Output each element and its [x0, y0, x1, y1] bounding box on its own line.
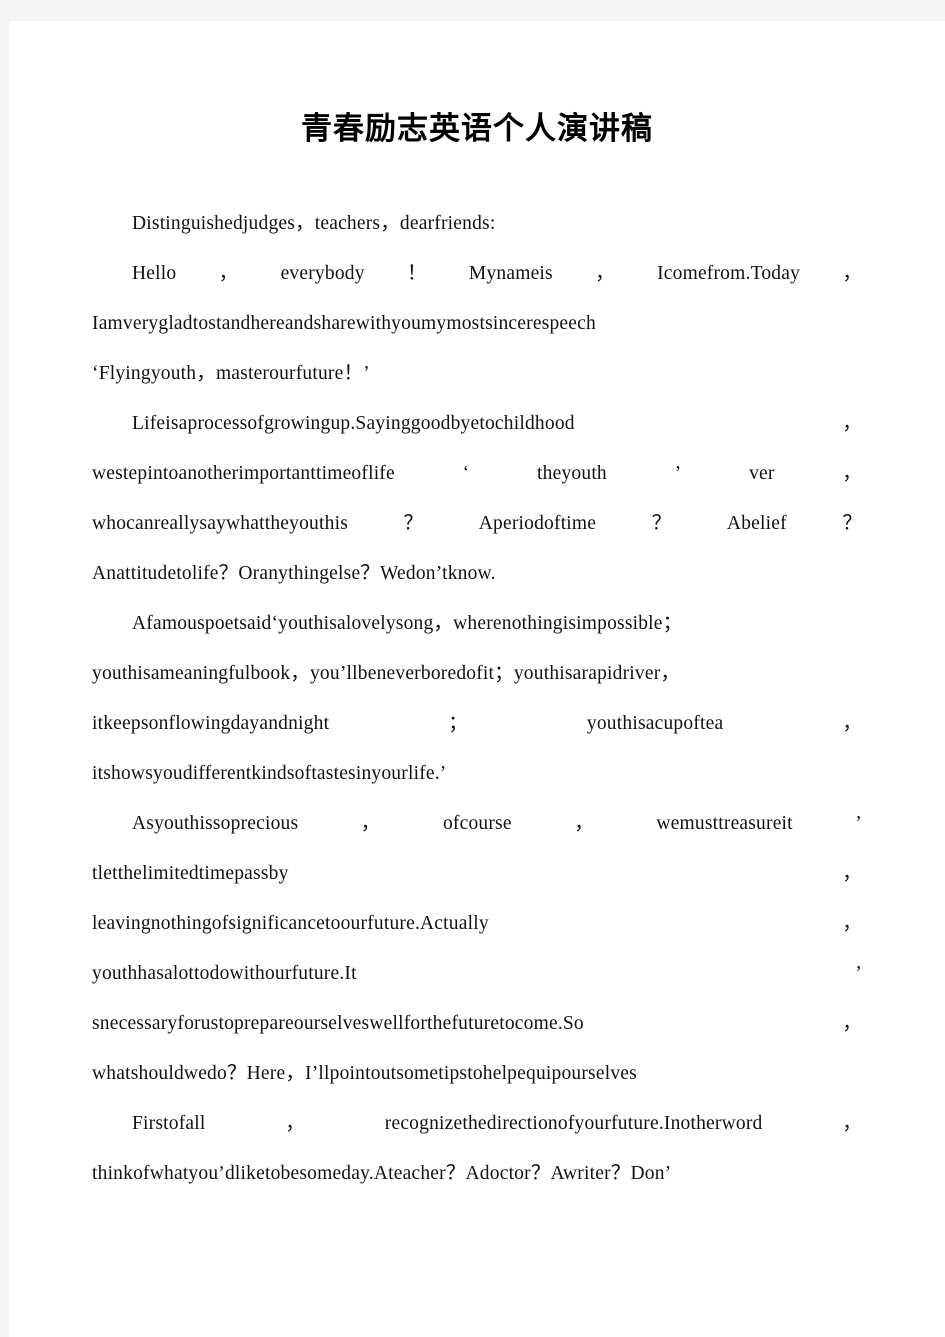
paragraph-salutation: Distinguishedjudges，teachers，dearfriends… — [92, 199, 862, 399]
text-segment: ， — [842, 1013, 862, 1034]
text-segment: ， — [285, 1113, 305, 1134]
text-line: ‘Flyingyouth，masterourfuture！’ — [92, 349, 862, 399]
text-segment: ？ — [403, 513, 424, 534]
text-line: itshowsyoudifferentkindsoftastesinyourli… — [92, 749, 862, 799]
text-segment: ？ — [651, 513, 672, 534]
text-segment: ， — [595, 263, 615, 284]
text-segment: ‘Flyingyouth，masterourfuture！’ — [92, 363, 370, 384]
text-line: leavingnothingofsignificancetoourfuture.… — [92, 899, 862, 949]
text-line: thinkofwhatyou’dliketobesomeday.Ateacher… — [92, 1149, 862, 1199]
text-segment: Aperiodoftime — [478, 513, 597, 534]
text-segment: leavingnothingofsignificancetoourfuture.… — [92, 913, 489, 934]
text-segment: everybody — [280, 263, 365, 284]
text-segment: ， — [842, 413, 862, 434]
document-page: 青春励志英语个人演讲稿 Distinguishedjudges，teachers… — [9, 21, 945, 1337]
text-segment: snecessaryforustoprepareourselveswellfor… — [92, 1013, 584, 1034]
text-segment: Asyouthissoprecious — [132, 813, 299, 834]
text-segment: ！ — [406, 263, 427, 284]
paragraph-life-process: Lifeisaprocessofgrowingup.Sayinggoodbyet… — [92, 399, 862, 599]
text-segment: ’ — [855, 813, 862, 834]
text-line: Hello ， everybody ！ Mynameis ， Icomefrom.Today… — [92, 249, 862, 299]
text-segment: ， — [842, 463, 862, 484]
text-line: Anattitudetolife？Oranythingelse？Wedon’tk… — [92, 549, 862, 599]
text-segment: ， — [842, 263, 863, 284]
text-segment: whocanreallysaywhattheyouthis — [92, 513, 348, 534]
text-segment: wemusttreasureit — [656, 813, 793, 834]
text-segment: ， — [574, 813, 594, 834]
text-segment: ofcourse — [442, 813, 512, 834]
text-segment: Firstofall — [132, 1113, 206, 1134]
page-title: 青春励志英语个人演讲稿 — [301, 111, 653, 147]
text-segment: ， — [360, 813, 381, 834]
text-line: whocanreallysaywhattheyouthis ？ Aperiodoft… — [92, 499, 862, 549]
text-line: tletthelimitedtimepassby ， — [92, 849, 862, 899]
text-line: westepintoanotherimportanttimeoflife ‘ the… — [92, 449, 862, 499]
text-segment: itkeepsonflowingdayandnight — [92, 713, 330, 734]
text-segment: Hello — [132, 263, 177, 284]
text-segment: ver — [749, 463, 775, 484]
paragraph-treasure-youth: Asyouthissoprecious ， ofcourse ， wemusttreas… — [92, 799, 862, 1099]
text-line: Asyouthissoprecious ， ofcourse ， wemusttreas… — [92, 799, 862, 849]
text-line: Lifeisaprocessofgrowingup.Sayinggoodbyet… — [92, 399, 862, 449]
text-segment: ， — [842, 713, 863, 734]
text-segment: ‘ — [462, 463, 470, 484]
text-segment: youthisameaningfulbook，you’llbeneverbore… — [92, 663, 681, 684]
text-segment: Iamverygladtostandhereandsharewithyoumym… — [92, 313, 596, 334]
text-segment: ； — [448, 713, 468, 734]
text-segment: thinkofwhatyou’dliketobesomeday.Ateacher… — [92, 1163, 672, 1184]
text-segment: youthisacupoftea — [586, 713, 724, 734]
text-segment: ’ — [855, 963, 862, 984]
text-segment: recognizethedirectionofyourfuture.Inothe… — [384, 1113, 763, 1134]
text-segment: youthhasalottodowithourfuture.It — [92, 963, 357, 984]
text-segment: westepintoanotherimportanttimeoflife — [92, 463, 395, 484]
text-segment: ， — [218, 263, 239, 284]
text-segment: Distinguishedjudges，teachers，dearfriends… — [132, 213, 496, 234]
text-line: snecessaryforustoprepareourselveswellfor… — [92, 999, 862, 1049]
text-line: Firstofall ， recognizethedirectionofyourfu… — [92, 1099, 862, 1149]
text-segment: tletthelimitedtimepassby — [92, 863, 289, 884]
text-segment: Icomefrom.Today — [657, 263, 801, 284]
text-segment: Afamouspoetsaid‘youthisalovelysong，where… — [132, 613, 683, 634]
text-segment: Mynameis — [468, 263, 553, 284]
text-segment: itshowsyoudifferentkindsoftastesinyourli… — [92, 763, 447, 784]
text-line: Distinguishedjudges，teachers，dearfriends… — [92, 199, 862, 249]
paragraph-first-of-all: Firstofall ， recognizethedirectionofyourfu… — [92, 1099, 862, 1199]
text-segment: ， — [842, 863, 862, 884]
text-line: Iamverygladtostandhereandsharewithyoumym… — [92, 299, 862, 349]
text-segment: ’ — [674, 463, 682, 484]
text-segment: whatshouldwedo？Here，I’llpointoutsometips… — [92, 1063, 637, 1084]
document-body: Distinguishedjudges，teachers，dearfriends… — [92, 199, 862, 1199]
text-line: youthhasalottodowithourfuture.It ’ — [92, 949, 862, 999]
text-line: Afamouspoetsaid‘youthisalovelysong，where… — [92, 599, 862, 649]
text-segment: Abelief — [726, 513, 787, 534]
text-segment: ， — [842, 1113, 862, 1134]
text-segment: ？ — [842, 513, 863, 534]
paragraph-famous-poet: Afamouspoetsaid‘youthisalovelysong，where… — [92, 599, 862, 799]
text-segment: theyouth — [537, 463, 607, 484]
text-line: youthisameaningfulbook，you’llbeneverbore… — [92, 649, 862, 699]
text-line: whatshouldwedo？Here，I’llpointoutsometips… — [92, 1049, 862, 1099]
text-segment: Lifeisaprocessofgrowingup.Sayinggoodbyet… — [132, 413, 575, 434]
page-canvas: 青春励志英语个人演讲稿 Distinguishedjudges，teachers… — [0, 0, 945, 1337]
text-line: itkeepsonflowingdayandnight ； youthisacupo… — [92, 699, 862, 749]
text-segment: Anattitudetolife？Oranythingelse？Wedon’tk… — [92, 563, 496, 584]
text-segment: ， — [842, 913, 862, 934]
